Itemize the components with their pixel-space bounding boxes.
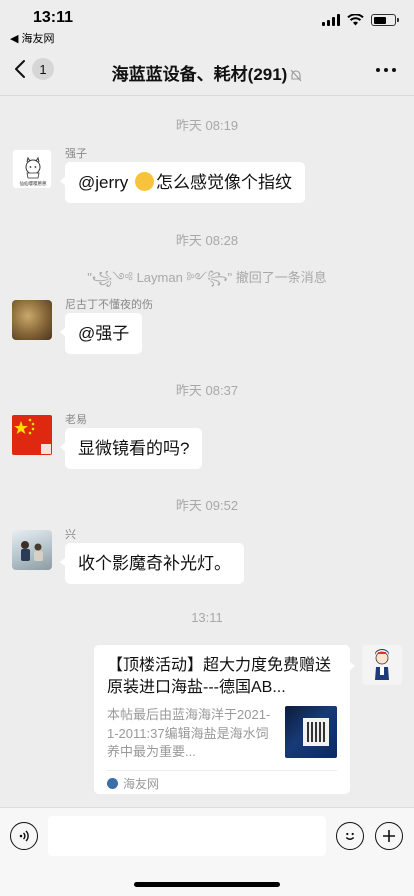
cartoon-person-icon xyxy=(375,649,389,680)
message-text: 显微镜看的吗? xyxy=(78,439,190,458)
cat-avatar-icon: 仙仙嘤嘤蒽蒽 xyxy=(20,156,47,187)
link-card-description: 本帖最后由蓝海海洋于2021-1-2011:37编辑海盐是海水饲养中最为重要..… xyxy=(107,707,271,759)
battery-icon xyxy=(371,14,399,26)
message-bubble[interactable]: @强子 xyxy=(59,313,143,354)
self-avatar[interactable] xyxy=(362,645,402,685)
link-card[interactable]: 【顶楼活动】超大力度免费赠送原装进口海盐---德国AB... 本帖最后由蓝海海洋… xyxy=(94,645,355,795)
status-icons xyxy=(322,14,399,26)
cellular-signal-icon xyxy=(322,14,340,26)
message-list[interactable]: 昨天 08:19 仙仙嘤嘤蒽蒽 强子 @jerry 怎么感觉像个指纹 昨天 08… xyxy=(0,97,414,807)
avatar[interactable] xyxy=(12,530,52,570)
more-actions-button[interactable] xyxy=(375,822,403,850)
timestamp: 昨天 08:37 xyxy=(175,383,239,398)
more-options-button[interactable] xyxy=(376,68,396,72)
message-text: 怎么感觉像个指纹 xyxy=(156,173,293,192)
message-input[interactable] xyxy=(48,816,326,856)
emoji-button[interactable] xyxy=(336,822,364,850)
timestamp: 昨天 08:19 xyxy=(175,118,239,133)
message-bubble[interactable]: @jerry 怎么感觉像个指纹 xyxy=(59,162,306,203)
qr-code-icon xyxy=(303,718,329,746)
timestamp: 13:11 xyxy=(191,610,223,625)
message-text: @强子 xyxy=(78,324,130,343)
plus-icon xyxy=(383,830,395,842)
people-photo-icon xyxy=(21,541,43,561)
avatar-text: 仙仙嘤嘤蒽蒽 xyxy=(20,180,47,187)
status-bar: 13:11 ◀ 海友网 xyxy=(0,0,414,45)
site-logo-icon xyxy=(107,777,118,789)
tears-of-joy-emoji-icon xyxy=(135,172,155,191)
home-indicator[interactable] xyxy=(134,882,280,887)
timestamp: 昨天 08:28 xyxy=(175,233,239,248)
link-card-source-name: 海友网 xyxy=(123,776,160,791)
timestamp: 昨天 09:52 xyxy=(175,498,239,513)
chat-title: 海蓝蓝设备、耗材(291) xyxy=(0,60,414,85)
message-text: 收个影魔奇补光灯。 xyxy=(78,554,231,573)
smiley-face-icon xyxy=(345,832,355,840)
voice-icon xyxy=(19,830,29,842)
chat-title-text: 海蓝蓝设备、耗材(291) xyxy=(111,65,288,84)
chat-header: 1 海蓝蓝设备、耗材(291) xyxy=(0,44,414,96)
star-icon xyxy=(14,418,51,454)
message-text: @jerry xyxy=(78,173,134,192)
message-bubble[interactable]: 显微镜看的吗? xyxy=(59,428,203,469)
flag-avatar[interactable] xyxy=(12,415,52,455)
sender-name: 老易 xyxy=(65,414,87,426)
avatar[interactable]: 仙仙嘤嘤蒽蒽 xyxy=(12,149,52,189)
recall-notice: "꧁༺ Layman ༻꧂" 撤回了一条消息 xyxy=(87,270,327,285)
link-card-title: 【顶楼活动】超大力度免费赠送原装进口海盐---德国AB... xyxy=(107,657,332,696)
message-bubble[interactable]: 收个影魔奇补光灯。 xyxy=(60,543,244,584)
status-time: 13:11 xyxy=(33,9,74,26)
mute-bell-icon xyxy=(290,69,302,82)
avatar[interactable] xyxy=(12,300,52,340)
link-card-thumbnail xyxy=(285,706,337,758)
link-card-source: 海友网 xyxy=(107,771,337,795)
link-card-body: 本帖最后由蓝海海洋于2021-1-2011:37编辑海盐是海水饲养中最为重要..… xyxy=(107,706,337,762)
voice-input-button[interactable] xyxy=(10,822,38,850)
wifi-icon xyxy=(347,14,364,26)
sender-name: 兴 xyxy=(65,529,76,541)
sender-name: 强子 xyxy=(65,148,87,160)
sender-name: 尼古丁不懂夜的伤 xyxy=(65,299,153,311)
